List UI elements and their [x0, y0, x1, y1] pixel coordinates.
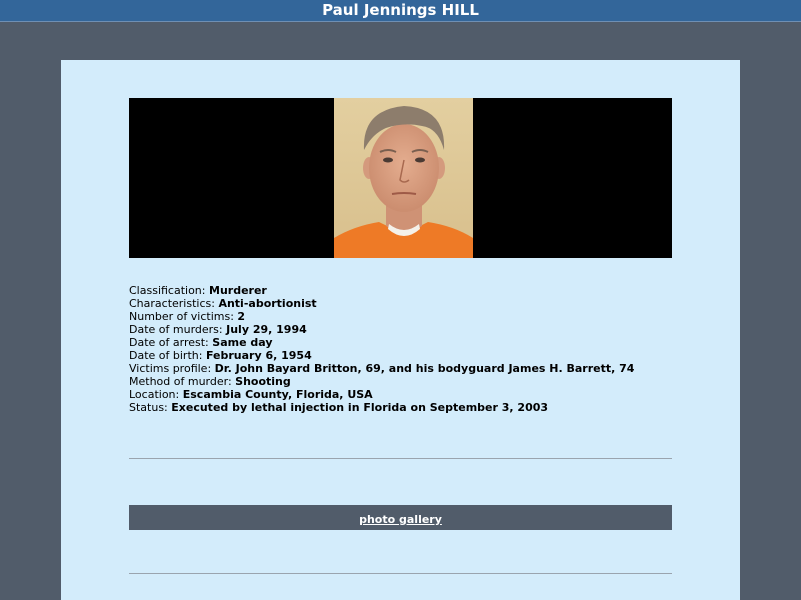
field-value: February 6, 1954 [205, 349, 312, 362]
field-label: Characteristics: [129, 297, 215, 310]
field-value: Dr. John Bayard Britton, 69, and his bod… [214, 362, 635, 375]
field-value: Escambia County, Florida, USA [182, 388, 373, 401]
info-status: Status: Executed by lethal injection in … [129, 401, 689, 414]
info-date-of-murders: Date of murders: July 29, 1994 [129, 323, 689, 336]
field-value: Anti-abortionist [218, 297, 317, 310]
field-label: Date of birth: [129, 349, 203, 362]
field-label: Number of victims: [129, 310, 234, 323]
info-number-of-victims: Number of victims: 2 [129, 310, 689, 323]
info-date-of-arrest: Date of arrest: Same day [129, 336, 689, 349]
info-method-of-murder: Method of murder: Shooting [129, 375, 689, 388]
field-label: Method of murder: [129, 375, 232, 388]
info-date-of-birth: Date of birth: February 6, 1954 [129, 349, 689, 362]
field-label: Date of arrest: [129, 336, 209, 349]
photo-banner [129, 98, 672, 258]
profile-info: Classification: Murderer Characteristics… [129, 284, 689, 414]
field-label: Location: [129, 388, 180, 401]
info-victims-profile: Victims profile: Dr. John Bayard Britton… [129, 362, 689, 375]
field-label: Date of murders: [129, 323, 223, 336]
field-label: Status: [129, 401, 168, 414]
photo-gallery-bar: photo gallery [129, 505, 672, 530]
field-value: 2 [237, 310, 246, 323]
section-divider [129, 458, 672, 459]
photo-gallery-link[interactable]: photo gallery [359, 513, 442, 526]
field-value: Murderer [209, 284, 267, 297]
field-value: Executed by lethal injection in Florida … [171, 401, 549, 414]
field-value: Shooting [235, 375, 291, 388]
field-value: Same day [212, 336, 273, 349]
info-location: Location: Escambia County, Florida, USA [129, 388, 689, 401]
field-label: Classification: [129, 284, 206, 297]
info-characteristics: Characteristics: Anti-abortionist [129, 297, 689, 310]
mugshot-photo [334, 98, 473, 258]
field-value: July 29, 1994 [226, 323, 307, 336]
section-divider [129, 573, 672, 574]
field-label: Victims profile: [129, 362, 212, 375]
page-title: Paul Jennings HILL [0, 0, 801, 22]
content-panel: Classification: Murderer Characteristics… [61, 60, 740, 600]
info-classification: Classification: Murderer [129, 284, 689, 297]
